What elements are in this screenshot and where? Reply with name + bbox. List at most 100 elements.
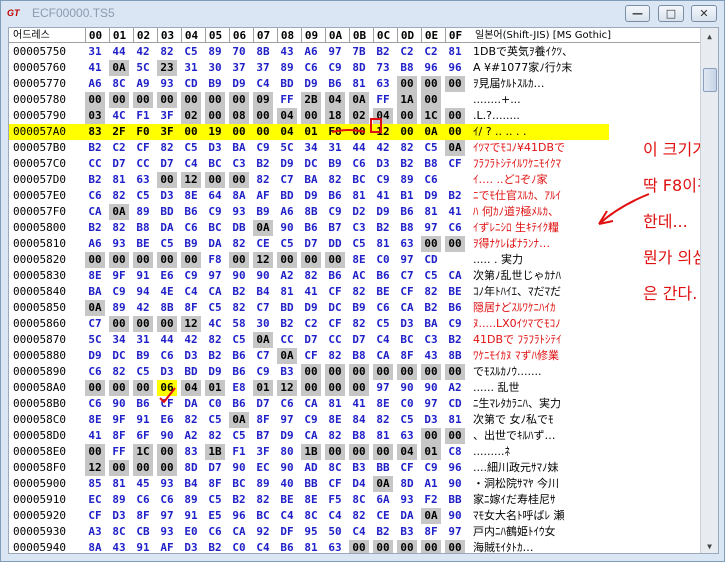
hex-byte[interactable]: 00 — [109, 252, 129, 268]
hex-byte[interactable]: C2 — [397, 44, 417, 60]
hex-byte[interactable]: D7 — [301, 332, 321, 348]
hex-byte[interactable]: 00 — [421, 428, 441, 444]
hex-byte[interactable]: A6 — [301, 44, 321, 60]
hex-byte[interactable]: E0 — [181, 524, 201, 540]
hex-byte[interactable]: 41 — [373, 188, 393, 204]
hex-byte[interactable]: CF — [133, 140, 153, 156]
hex-row[interactable]: 000057C0 CC D7 CC D7 C4 BC C3 B2 D9 DC B9 C6 D3 B2 B8 CF… — [9, 156, 718, 172]
hex-row[interactable]: 00005830 8E 9F 91 E6 C9 97 90 90 A2 82 B6 AC B6 C7 C5 CA… — [9, 268, 718, 284]
hex-byte[interactable]: C6 — [373, 300, 393, 316]
hex-row[interactable]: 00005780 00 00 00 00 00 00 00 09 FF 2B 04 0A FF 1A 00..… — [9, 92, 718, 108]
hex-byte[interactable]: 00 — [349, 540, 369, 553]
hex-byte[interactable]: DF — [277, 524, 297, 540]
hex-byte[interactable]: 00 — [133, 316, 153, 332]
hex-byte[interactable]: D9 — [373, 204, 393, 220]
hex-byte[interactable]: A2 — [445, 380, 465, 396]
decoded-text[interactable]: A ¥#1077家ﾉ行ｸ末 — [473, 60, 608, 76]
hex-byte[interactable]: 4C — [109, 108, 129, 124]
hex-byte[interactable]: 00 — [181, 92, 201, 108]
hex-byte[interactable]: CC — [277, 332, 297, 348]
hex-byte[interactable]: 00 — [445, 76, 465, 92]
hex-byte[interactable]: B9 — [181, 236, 201, 252]
hex-byte[interactable]: BA — [229, 140, 249, 156]
hex-byte[interactable]: 2B — [301, 92, 321, 108]
hex-byte[interactable]: 00 — [445, 540, 465, 553]
hex-byte[interactable]: 0A — [373, 476, 393, 492]
hex-byte[interactable]: 82 — [157, 140, 177, 156]
hex-byte[interactable]: FF — [109, 444, 129, 460]
hex-byte[interactable]: 31 — [181, 60, 201, 76]
hex-byte[interactable]: 83 — [181, 444, 201, 460]
hex-byte[interactable]: 00 — [229, 252, 249, 268]
decoded-text[interactable]: .........ﾈ — [473, 444, 608, 460]
hex-byte[interactable]: 8F — [397, 348, 417, 364]
hex-byte[interactable]: B4 — [253, 284, 273, 300]
hex-byte[interactable]: B6 — [277, 540, 297, 553]
hex-byte[interactable]: D3 — [181, 540, 201, 553]
hex-byte[interactable]: B1 — [397, 188, 417, 204]
hex-byte[interactable]: BC — [205, 156, 225, 172]
hex-row[interactable]: 00005910 EC 89 C6 C6 89 C5 B2 82 BE 8E F5 8C 6A 93 F2 BB… — [9, 492, 718, 508]
hex-byte[interactable]: C5 — [349, 236, 369, 252]
hex-byte[interactable]: B6 — [397, 204, 417, 220]
hex-row[interactable]: 00005920 CF D3 8F 97 91 E5 96 BC C4 8C C4 82 CE DA 0A 90… — [9, 508, 718, 524]
hex-byte[interactable]: C9 — [109, 284, 129, 300]
hex-byte[interactable]: 82 — [205, 428, 225, 444]
hex-byte[interactable]: D9 — [205, 364, 225, 380]
hex-byte[interactable]: 70 — [229, 44, 249, 60]
hex-byte[interactable]: C5 — [397, 412, 417, 428]
hex-byte[interactable]: C5 — [133, 364, 153, 380]
hex-byte[interactable]: D3 — [373, 156, 393, 172]
hex-byte[interactable]: 82 — [229, 300, 249, 316]
hex-byte[interactable]: C9 — [205, 204, 225, 220]
hex-byte[interactable]: 1C — [421, 108, 441, 124]
hex-byte[interactable]: D9 — [277, 156, 297, 172]
hex-byte[interactable]: 00 — [109, 380, 129, 396]
hex-byte[interactable]: 00 — [421, 236, 441, 252]
hex-byte[interactable]: C5 — [205, 492, 225, 508]
hex-byte[interactable]: CD — [181, 76, 201, 92]
hex-byte[interactable]: 63 — [373, 76, 393, 92]
hex-byte[interactable]: B8 — [397, 60, 417, 76]
hex-byte[interactable]: 04 — [397, 444, 417, 460]
hex-byte[interactable]: CF — [325, 284, 345, 300]
hex-byte[interactable]: 00 — [373, 540, 393, 553]
hex-byte[interactable]: 0A — [445, 140, 465, 156]
decoded-text[interactable]: ｦ得ﾅｹﾚばﾅﾗﾝﾅ… — [473, 236, 608, 252]
hex-byte[interactable]: 00 — [181, 124, 201, 140]
hex-byte[interactable]: 00 — [301, 108, 321, 124]
hex-byte[interactable]: B9 — [133, 348, 153, 364]
hex-byte[interactable]: E6 — [157, 268, 177, 284]
hex-byte[interactable]: 0A — [253, 220, 273, 236]
hex-row[interactable]: 000057F0 CA 0A 89 BD B6 C9 93 B9 A6 8B C9 D2 D9 B6 81 41… — [9, 204, 718, 220]
hex-byte[interactable]: F5 — [325, 492, 345, 508]
hex-byte[interactable]: B2 — [445, 332, 465, 348]
hex-byte[interactable]: 1A — [397, 92, 417, 108]
decoded-text[interactable]: 次第で 女ﾉ私でﾓ — [473, 412, 608, 428]
hex-byte[interactable]: B2 — [85, 172, 105, 188]
hex-byte[interactable]: B2 — [205, 540, 225, 553]
hex-byte[interactable]: 4E — [157, 284, 177, 300]
hex-byte[interactable]: FF — [373, 92, 393, 108]
hex-byte[interactable]: 00 — [445, 428, 465, 444]
hex-byte[interactable]: CE — [253, 236, 273, 252]
hex-byte[interactable]: 82 — [325, 348, 345, 364]
hex-byte[interactable]: 63 — [325, 540, 345, 553]
hex-byte[interactable]: 43 — [421, 348, 441, 364]
hex-byte[interactable]: B8 — [397, 220, 417, 236]
hex-byte[interactable]: 8D — [397, 476, 417, 492]
hex-byte[interactable]: 82 — [253, 172, 273, 188]
hex-byte[interactable]: C4 — [325, 508, 345, 524]
hex-byte[interactable]: 97 — [157, 508, 177, 524]
hex-byte[interactable]: 40 — [277, 476, 297, 492]
hex-byte[interactable]: BD — [277, 76, 297, 92]
hex-byte[interactable]: 82 — [325, 428, 345, 444]
hex-byte[interactable]: 97 — [421, 396, 441, 412]
hex-byte[interactable]: 0A — [349, 92, 369, 108]
hex-byte[interactable]: C9 — [253, 140, 273, 156]
hex-byte[interactable]: FF — [277, 92, 297, 108]
hex-byte[interactable]: B2 — [397, 156, 417, 172]
hex-byte[interactable]: 91 — [133, 268, 153, 284]
hex-byte[interactable]: C6 — [85, 364, 105, 380]
hex-byte[interactable]: 04 — [373, 108, 393, 124]
